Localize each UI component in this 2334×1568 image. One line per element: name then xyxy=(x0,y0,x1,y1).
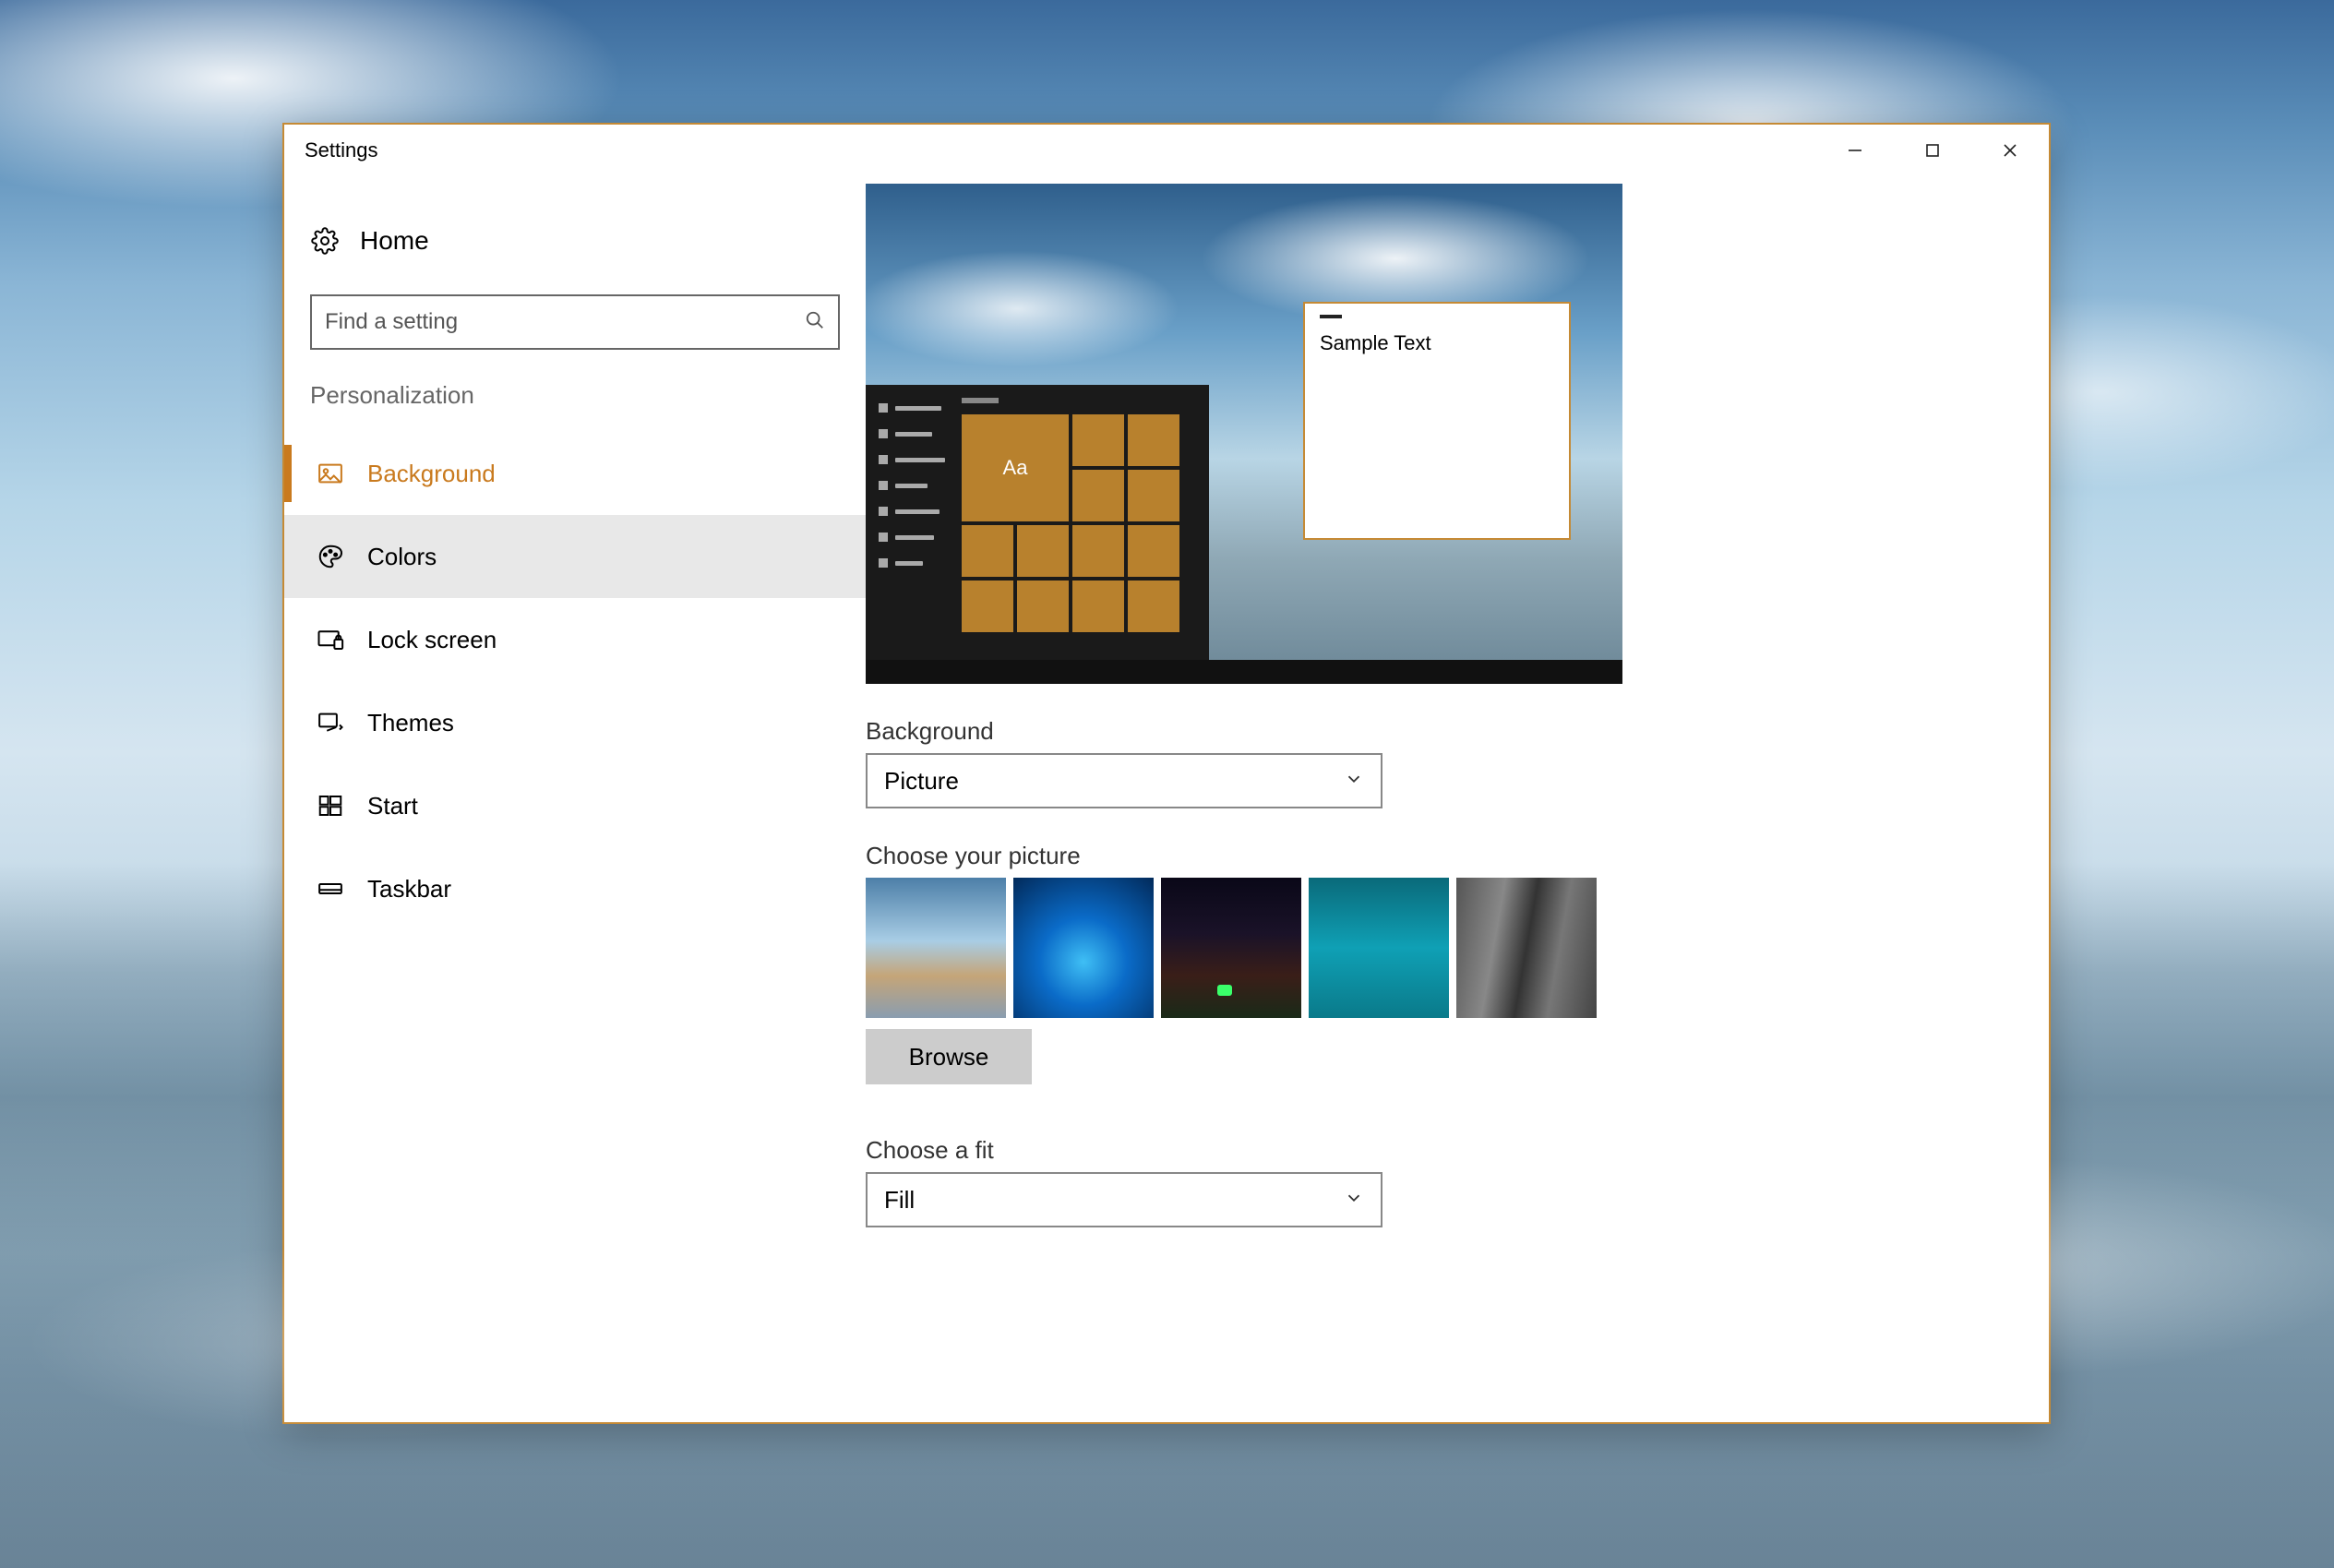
background-label: Background xyxy=(866,717,2049,746)
desktop-wallpaper: Settings xyxy=(0,0,2334,1568)
start-icon xyxy=(316,791,345,820)
sidebar-category: Personalization xyxy=(284,381,866,410)
background-dropdown[interactable]: Picture xyxy=(866,753,1382,808)
home-nav[interactable]: Home xyxy=(284,213,866,269)
sidebar-item-label: Themes xyxy=(367,709,454,737)
search-box[interactable] xyxy=(310,294,840,350)
picture-thumb-2[interactable] xyxy=(1013,878,1154,1018)
picture-thumb-3[interactable] xyxy=(1161,878,1301,1018)
preview-sample-window: Sample Text xyxy=(1303,302,1571,540)
settings-window: Settings xyxy=(282,123,2051,1424)
preview-sample-text: Sample Text xyxy=(1320,331,1554,355)
picture-thumb-4[interactable] xyxy=(1309,878,1449,1018)
choose-picture-label: Choose your picture xyxy=(866,842,2049,870)
picture-thumb-5[interactable] xyxy=(1456,878,1597,1018)
sidebar-item-colors[interactable]: Colors xyxy=(284,515,866,598)
lock-screen-icon xyxy=(316,625,345,654)
fit-dropdown-value: Fill xyxy=(884,1186,915,1215)
chevron-down-icon xyxy=(1344,1186,1364,1215)
sidebar-item-label: Background xyxy=(367,460,496,488)
choose-fit-label: Choose a fit xyxy=(866,1136,2049,1165)
close-button[interactable] xyxy=(1971,125,2049,176)
picture-thumb-1[interactable] xyxy=(866,878,1006,1018)
sidebar-item-taskbar[interactable]: Taskbar xyxy=(284,847,866,930)
maximize-button[interactable] xyxy=(1894,125,1971,176)
preview-tile-aa: Aa xyxy=(962,414,1069,521)
chevron-down-icon xyxy=(1344,767,1364,796)
sidebar-item-label: Lock screen xyxy=(367,626,497,654)
sidebar-item-background[interactable]: Background xyxy=(284,432,866,515)
background-dropdown-value: Picture xyxy=(884,767,959,796)
themes-icon xyxy=(316,708,345,737)
sidebar-item-lock-screen[interactable]: Lock screen xyxy=(284,598,866,681)
content-pane[interactable]: Aa Sample Text xyxy=(866,176,2049,1422)
sidebar-item-themes[interactable]: Themes xyxy=(284,681,866,764)
sidebar-item-label: Colors xyxy=(367,543,437,571)
home-label: Home xyxy=(360,226,429,256)
desktop-preview: Aa Sample Text xyxy=(866,184,1622,684)
sidebar: Home Personalization Background xyxy=(284,176,866,1422)
picture-icon xyxy=(316,459,345,488)
window-controls xyxy=(1816,125,2049,176)
sidebar-item-label: Taskbar xyxy=(367,875,451,904)
palette-icon xyxy=(316,542,345,571)
taskbar-icon xyxy=(316,874,345,904)
fit-dropdown[interactable]: Fill xyxy=(866,1172,1382,1227)
browse-button[interactable]: Browse xyxy=(866,1029,1032,1084)
gear-icon xyxy=(310,226,340,256)
preview-start-menu: Aa xyxy=(866,385,1209,660)
search-input[interactable] xyxy=(325,309,796,335)
window-title: Settings xyxy=(305,138,378,162)
picture-thumbnails xyxy=(866,878,2049,1018)
sidebar-item-start[interactable]: Start xyxy=(284,764,866,847)
preview-taskbar xyxy=(866,660,1622,684)
sidebar-item-label: Start xyxy=(367,792,418,820)
search-icon xyxy=(805,310,825,335)
minimize-button[interactable] xyxy=(1816,125,1894,176)
titlebar: Settings xyxy=(284,125,2049,176)
nav-list: Background Colors Lock screen xyxy=(284,432,866,930)
